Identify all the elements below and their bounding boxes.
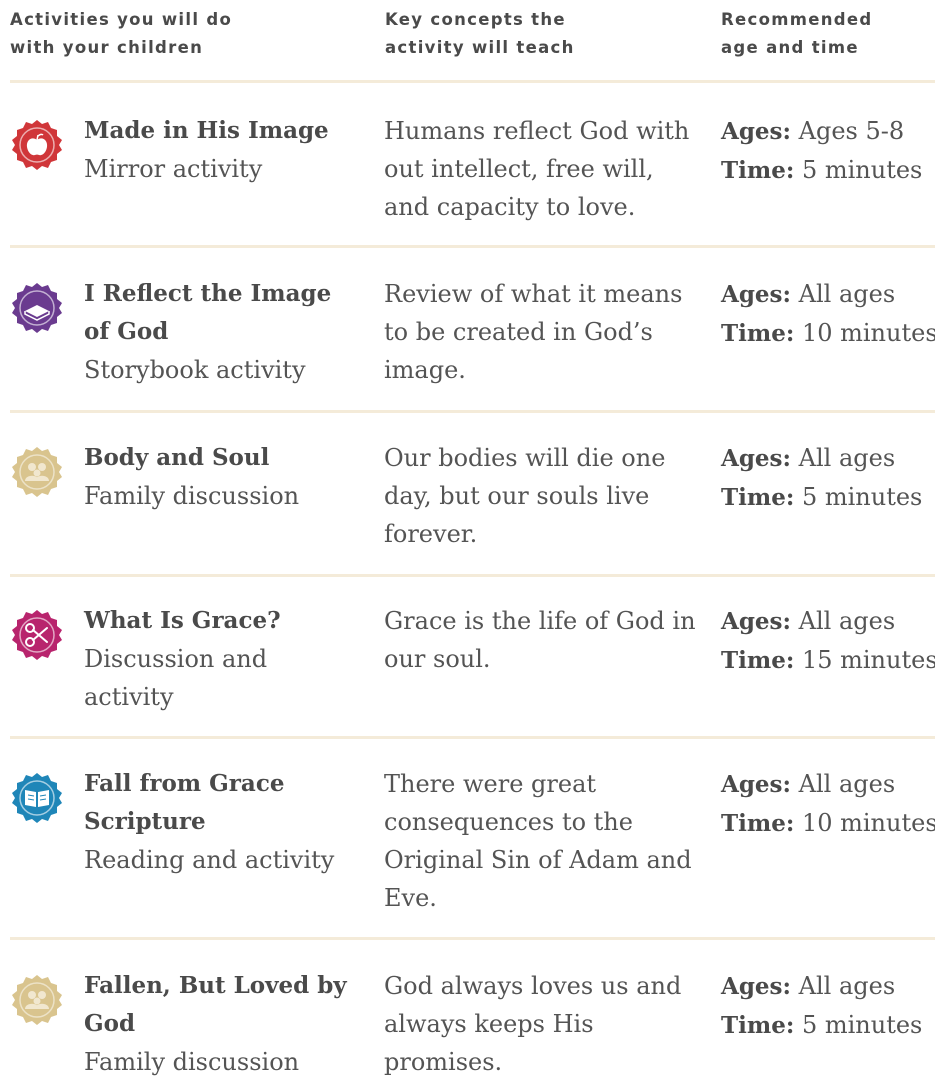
family-icon [10, 445, 64, 499]
key-concept: Humans reflect God with out intellect, f… [384, 117, 690, 221]
ages-value: All ages [798, 280, 896, 308]
key-concept: Our bodies will die one day, but our sou… [384, 444, 666, 548]
row-divider [10, 574, 935, 577]
activity-title: What Is Grace? [84, 607, 281, 634]
time-label: Time: [721, 157, 795, 184]
ages-label: Ages: [721, 118, 791, 145]
activity-title: Fallen, But Loved by God [84, 972, 347, 1037]
time-value: 5 minutes [801, 1011, 923, 1039]
ages-value: All ages [798, 607, 896, 635]
time-label: Time: [721, 1012, 795, 1039]
open-book-icon [10, 771, 64, 825]
apple-icon [10, 118, 64, 172]
time-value: 10 minutes [801, 319, 935, 347]
ages-label: Ages: [721, 445, 791, 472]
header-age-time: Recommended age and time [721, 10, 873, 57]
ages-label: Ages: [721, 608, 791, 635]
activity-title: Fall from Grace Scripture [84, 770, 285, 835]
time-value: 5 minutes [801, 156, 923, 184]
book-icon [10, 281, 64, 335]
time-value: 15 minutes [801, 646, 935, 674]
time-value: 10 minutes [801, 809, 935, 837]
scissors-icon [10, 608, 64, 662]
time-label: Time: [721, 484, 795, 511]
row-divider [10, 736, 935, 739]
activity-subtitle: Discussion and activity [84, 645, 268, 711]
activity-title: Made in His Image [84, 117, 329, 144]
ages-label: Ages: [721, 771, 791, 798]
table-header: Activities you will do with your childre… [0, 0, 935, 82]
ages-value: All ages [798, 444, 896, 472]
ages-label: Ages: [721, 281, 791, 308]
header-activities: Activities you will do with your childre… [10, 10, 233, 57]
header-key-concepts: Key concepts the activity will teach [385, 10, 575, 57]
key-concept: Grace is the life of God in our soul. [384, 607, 696, 673]
activity-subtitle: Reading and activity [84, 846, 335, 874]
row-divider [10, 410, 935, 413]
time-value: 5 minutes [801, 483, 923, 511]
activity-subtitle: Mirror activity [84, 155, 263, 183]
row-divider [10, 80, 935, 83]
family-icon [10, 973, 64, 1027]
time-label: Time: [721, 810, 795, 837]
time-label: Time: [721, 647, 795, 674]
activity-title: I Reflect the Image of God [84, 280, 332, 345]
ages-value: All ages [798, 770, 896, 798]
ages-label: Ages: [721, 973, 791, 1000]
key-concept: There were great consequences to the Ori… [384, 770, 692, 912]
ages-value: All ages [798, 972, 896, 1000]
time-label: Time: [721, 320, 795, 347]
activity-subtitle: Family discussion [84, 1048, 300, 1076]
ages-value: Ages 5-8 [798, 117, 905, 145]
row-divider [10, 245, 935, 248]
key-concept: Review of what it means to be created in… [384, 280, 683, 384]
activity-subtitle: Storybook activity [84, 356, 306, 384]
key-concept: God always loves us and always keeps His… [384, 972, 682, 1076]
row-divider [10, 937, 935, 940]
activity-title: Body and Soul [84, 444, 270, 471]
activity-subtitle: Family discussion [84, 482, 300, 510]
